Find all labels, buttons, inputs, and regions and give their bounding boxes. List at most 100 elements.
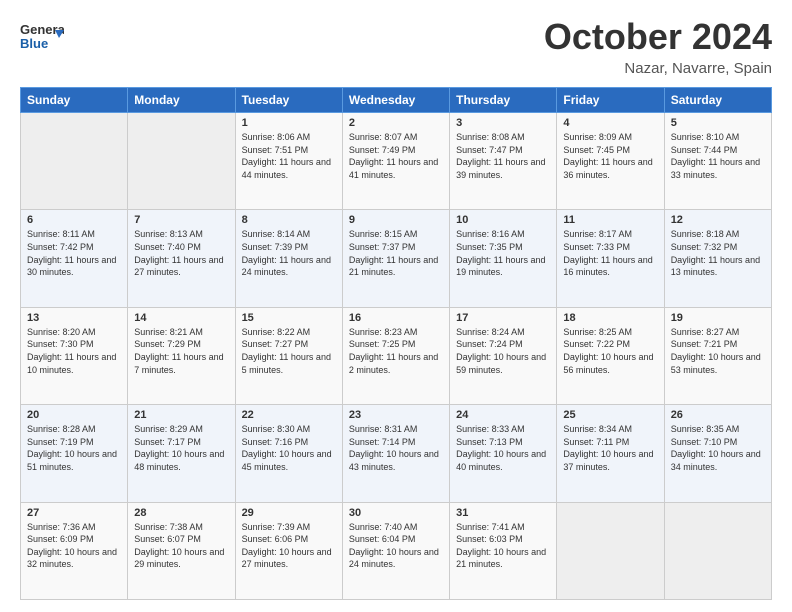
title-block: October 2024 Nazar, Navarre, Spain [544,16,772,77]
day-number: 14 [134,312,228,324]
day-number: 13 [27,312,121,324]
calendar-cell: 6Sunrise: 8:11 AM Sunset: 7:42 PM Daylig… [21,210,128,307]
day-info: Sunrise: 8:30 AM Sunset: 7:16 PM Dayligh… [242,423,336,473]
day-number: 23 [349,409,443,421]
day-info: Sunrise: 8:15 AM Sunset: 7:37 PM Dayligh… [349,228,443,278]
day-info: Sunrise: 8:18 AM Sunset: 7:32 PM Dayligh… [671,228,765,278]
day-number: 22 [242,409,336,421]
calendar-cell: 27Sunrise: 7:36 AM Sunset: 6:09 PM Dayli… [21,502,128,599]
calendar-cell: 19Sunrise: 8:27 AM Sunset: 7:21 PM Dayli… [664,307,771,404]
calendar-cell: 3 Sunrise: 8:08 AM Sunset: 7:47 PM Daylig… [450,113,557,210]
day-info: Sunrise: 8:27 AM Sunset: 7:21 PM Dayligh… [671,326,765,376]
calendar-cell: 23 Sunrise: 8:31 AM Sunset: 7:14 PM Dayli… [342,405,449,502]
weekday-header-saturday: Saturday [664,88,771,113]
day-number: 16 [349,312,443,324]
day-number: 6 [27,214,121,226]
day-info: Sunrise: 7:39 AM Sunset: 6:06 PM Dayligh… [242,521,336,571]
calendar-week-4: 20 Sunrise: 8:28 AM Sunset: 7:19 PM Dayli… [21,405,772,502]
calendar-cell: 2 Sunrise: 8:07 AM Sunset: 7:49 PM Daylig… [342,113,449,210]
calendar-week-3: 13 Sunrise: 8:20 AM Sunset: 7:30 PM Dayli… [21,307,772,404]
calendar-cell: 1 Sunrise: 8:06 AM Sunset: 7:51 PM Daylig… [235,113,342,210]
day-info: Sunrise: 8:13 AM Sunset: 7:40 PM Dayligh… [134,228,228,278]
day-number: 15 [242,312,336,324]
calendar-cell: 28Sunrise: 7:38 AM Sunset: 6:07 PM Dayli… [128,502,235,599]
calendar-cell [21,113,128,210]
day-number: 18 [563,312,657,324]
day-info: Sunrise: 8:33 AM Sunset: 7:13 PM Dayligh… [456,423,550,473]
day-number: 8 [242,214,336,226]
calendar-cell: 11 Sunrise: 8:17 AM Sunset: 7:33 PM Dayli… [557,210,664,307]
day-info: Sunrise: 8:17 AM Sunset: 7:33 PM Dayligh… [563,228,657,278]
svg-text:Blue: Blue [20,36,48,51]
day-number: 31 [456,507,550,519]
calendar-cell: 20 Sunrise: 8:28 AM Sunset: 7:19 PM Dayli… [21,405,128,502]
day-number: 5 [671,117,765,129]
calendar-cell: 22 Sunrise: 8:30 AM Sunset: 7:16 PM Dayli… [235,405,342,502]
day-info: Sunrise: 8:10 AM Sunset: 7:44 PM Dayligh… [671,131,765,181]
day-info: Sunrise: 7:41 AM Sunset: 6:03 PM Dayligh… [456,521,550,571]
calendar-cell: 9 Sunrise: 8:15 AM Sunset: 7:37 PM Daylig… [342,210,449,307]
day-number: 10 [456,214,550,226]
day-number: 30 [349,507,443,519]
day-info: Sunrise: 8:25 AM Sunset: 7:22 PM Dayligh… [563,326,657,376]
calendar-cell: 13 Sunrise: 8:20 AM Sunset: 7:30 PM Dayli… [21,307,128,404]
day-info: Sunrise: 7:36 AM Sunset: 6:09 PM Dayligh… [27,521,121,571]
calendar-cell: 18 Sunrise: 8:25 AM Sunset: 7:22 PM Dayli… [557,307,664,404]
calendar-cell: 25 Sunrise: 8:34 AM Sunset: 7:11 PM Dayli… [557,405,664,502]
calendar-week-5: 27Sunrise: 7:36 AM Sunset: 6:09 PM Dayli… [21,502,772,599]
weekday-header-wednesday: Wednesday [342,88,449,113]
day-number: 17 [456,312,550,324]
day-number: 24 [456,409,550,421]
day-number: 2 [349,117,443,129]
calendar-cell: 16 Sunrise: 8:23 AM Sunset: 7:25 PM Dayli… [342,307,449,404]
day-info: Sunrise: 8:08 AM Sunset: 7:47 PM Dayligh… [456,131,550,181]
weekday-header-tuesday: Tuesday [235,88,342,113]
day-number: 11 [563,214,657,226]
calendar-cell: 21Sunrise: 8:29 AM Sunset: 7:17 PM Dayli… [128,405,235,502]
calendar-cell [128,113,235,210]
day-number: 21 [134,409,228,421]
calendar-cell: 30Sunrise: 7:40 AM Sunset: 6:04 PM Dayli… [342,502,449,599]
day-number: 20 [27,409,121,421]
weekday-header-friday: Friday [557,88,664,113]
day-info: Sunrise: 8:28 AM Sunset: 7:19 PM Dayligh… [27,423,121,473]
day-number: 3 [456,117,550,129]
calendar-cell: 29Sunrise: 7:39 AM Sunset: 6:06 PM Dayli… [235,502,342,599]
day-number: 9 [349,214,443,226]
day-number: 1 [242,117,336,129]
calendar-cell: 4Sunrise: 8:09 AM Sunset: 7:45 PM Daylig… [557,113,664,210]
calendar-cell [664,502,771,599]
calendar-table: SundayMondayTuesdayWednesdayThursdayFrid… [20,87,772,600]
calendar-cell: 7 Sunrise: 8:13 AM Sunset: 7:40 PM Daylig… [128,210,235,307]
calendar-cell [557,502,664,599]
day-info: Sunrise: 8:22 AM Sunset: 7:27 PM Dayligh… [242,326,336,376]
day-info: Sunrise: 8:07 AM Sunset: 7:49 PM Dayligh… [349,131,443,181]
calendar-week-2: 6Sunrise: 8:11 AM Sunset: 7:42 PM Daylig… [21,210,772,307]
day-number: 7 [134,214,228,226]
day-info: Sunrise: 8:16 AM Sunset: 7:35 PM Dayligh… [456,228,550,278]
day-info: Sunrise: 8:14 AM Sunset: 7:39 PM Dayligh… [242,228,336,278]
month-title: October 2024 [544,16,772,58]
day-number: 25 [563,409,657,421]
day-info: Sunrise: 8:21 AM Sunset: 7:29 PM Dayligh… [134,326,228,376]
logo: General Blue [20,16,64,60]
calendar-cell: 31 Sunrise: 7:41 AM Sunset: 6:03 PM Dayli… [450,502,557,599]
page-header: General Blue October 2024 Nazar, Navarre… [20,16,772,77]
day-info: Sunrise: 8:35 AM Sunset: 7:10 PM Dayligh… [671,423,765,473]
day-info: Sunrise: 8:34 AM Sunset: 7:11 PM Dayligh… [563,423,657,473]
calendar-cell: 14 Sunrise: 8:21 AM Sunset: 7:29 PM Dayli… [128,307,235,404]
calendar-cell: 5 Sunrise: 8:10 AM Sunset: 7:44 PM Daylig… [664,113,771,210]
calendar-cell: 10 Sunrise: 8:16 AM Sunset: 7:35 PM Dayli… [450,210,557,307]
day-info: Sunrise: 8:23 AM Sunset: 7:25 PM Dayligh… [349,326,443,376]
day-info: Sunrise: 8:31 AM Sunset: 7:14 PM Dayligh… [349,423,443,473]
calendar-cell: 8 Sunrise: 8:14 AM Sunset: 7:39 PM Daylig… [235,210,342,307]
calendar-week-1: 1 Sunrise: 8:06 AM Sunset: 7:51 PM Daylig… [21,113,772,210]
day-info: Sunrise: 8:20 AM Sunset: 7:30 PM Dayligh… [27,326,121,376]
calendar-cell: 12 Sunrise: 8:18 AM Sunset: 7:32 PM Dayli… [664,210,771,307]
calendar-cell: 17Sunrise: 8:24 AM Sunset: 7:24 PM Dayli… [450,307,557,404]
weekday-header-sunday: Sunday [21,88,128,113]
weekday-header-monday: Monday [128,88,235,113]
day-number: 12 [671,214,765,226]
day-info: Sunrise: 7:38 AM Sunset: 6:07 PM Dayligh… [134,521,228,571]
day-info: Sunrise: 8:06 AM Sunset: 7:51 PM Dayligh… [242,131,336,181]
